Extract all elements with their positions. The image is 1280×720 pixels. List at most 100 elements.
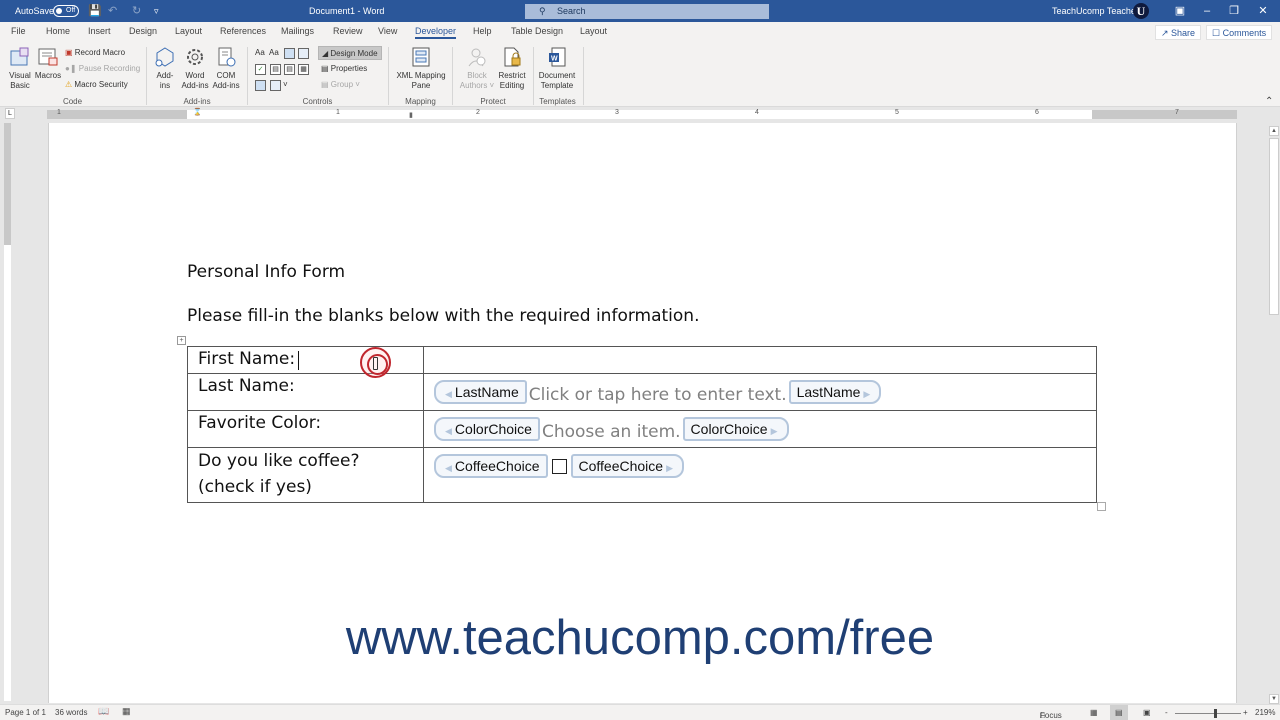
accessibility-icon[interactable]: ▦ xyxy=(122,706,131,717)
xml-mapping-pane-button[interactable]: XML Mapping Pane xyxy=(393,46,449,91)
restrict-editing-button[interactable]: Restrict Editing xyxy=(496,46,528,91)
indent-marker-icon[interactable]: ⌛ xyxy=(193,108,202,116)
tag-label: LastName xyxy=(454,384,519,400)
content-control-end-tag[interactable]: LastName ▶ xyxy=(788,380,882,404)
autosave-toggle[interactable]: Off xyxy=(53,5,79,17)
block-authors-label-1: Block xyxy=(467,71,487,80)
block-authors-label-2: Authors xyxy=(459,81,488,90)
properties-button[interactable]: ▤ Properties xyxy=(321,62,367,76)
content-control-end-tag[interactable]: CoffeeChoice ▶ xyxy=(570,454,684,478)
share-label: Share xyxy=(1171,28,1196,38)
drop-down-list-control-icon[interactable]: ▤ xyxy=(284,64,295,75)
ruler-number: 5 xyxy=(895,109,899,116)
coffee-checkbox[interactable] xyxy=(551,458,567,474)
record-macro-button[interactable]: ▣ Record Macro xyxy=(65,46,125,60)
tab-layout[interactable]: Layout xyxy=(175,26,202,36)
tab-home[interactable]: Home xyxy=(46,26,70,36)
content-control-start-tag[interactable]: ◀ CoffeeChoice xyxy=(434,454,548,478)
macros-button[interactable]: Macros xyxy=(34,46,62,81)
read-mode-icon[interactable]: ▦ xyxy=(1090,708,1098,717)
macro-security-button[interactable]: ⚠ Macro Security xyxy=(65,78,128,92)
design-mode-button[interactable]: ◢ Design Mode xyxy=(318,46,382,60)
customize-qat-icon[interactable]: ▿ xyxy=(154,0,159,22)
legacy-tools-icon[interactable] xyxy=(270,80,281,91)
zoom-slider-knob[interactable] xyxy=(1214,709,1217,718)
addins-icon xyxy=(155,47,174,67)
combo-box-control-icon[interactable]: ▤ xyxy=(270,64,281,75)
date-picker-control-icon[interactable]: ▦ xyxy=(298,64,309,75)
picture-content-control-icon[interactable] xyxy=(284,48,295,59)
content-control-end-tag[interactable]: ColorChoice ▶ xyxy=(682,417,789,441)
tab-view[interactable]: View xyxy=(378,26,397,36)
tab-references[interactable]: References xyxy=(220,26,266,36)
zoom-out-button[interactable]: - xyxy=(1165,708,1168,717)
mapping-group-label: Mapping xyxy=(405,97,436,106)
tab-table-design[interactable]: Table Design xyxy=(511,26,563,36)
search-box[interactable]: ⚲ Search xyxy=(525,4,769,19)
ribbon-display-options-icon[interactable]: ▣ xyxy=(1165,0,1195,22)
web-layout-icon[interactable]: ▣ xyxy=(1143,708,1151,717)
checkbox-content-control-icon[interactable]: ✓ xyxy=(255,64,266,75)
undo-icon[interactable]: ↶ xyxy=(108,0,117,22)
tab-selector[interactable]: L xyxy=(5,108,15,119)
avatar[interactable]: U xyxy=(1133,3,1149,19)
column-marker-icon[interactable]: ▮ xyxy=(409,111,413,119)
zoom-slider[interactable] xyxy=(1175,709,1241,718)
building-block-control-icon[interactable] xyxy=(298,48,309,59)
content-control-start-tag[interactable]: ◀ ColorChoice xyxy=(434,417,540,441)
user-name[interactable]: TeachUcomp Teacher xyxy=(1052,0,1139,22)
rich-text-content-control-button[interactable]: Aa xyxy=(255,46,265,60)
tab-help[interactable]: Help xyxy=(473,26,492,36)
restore-icon[interactable]: ❐ xyxy=(1219,0,1249,22)
coffee-choice-checkbox-control[interactable]: ◀ CoffeeChoice CoffeeChoice ▶ xyxy=(434,454,684,478)
content-control-start-tag[interactable]: ◀ LastName xyxy=(434,380,527,404)
page-count[interactable]: Page 1 of 1 xyxy=(5,708,46,717)
ruler-number: 2 xyxy=(476,109,480,116)
close-icon[interactable]: ✕ xyxy=(1248,0,1278,22)
tab-file[interactable]: File xyxy=(11,26,26,36)
comments-button[interactable]: ☐ Comments xyxy=(1206,25,1273,40)
vertical-scrollbar[interactable]: ▲ ▼ xyxy=(1268,126,1280,706)
tab-design[interactable]: Design xyxy=(129,26,157,36)
word-addins-button[interactable]: Word Add-ins xyxy=(180,46,210,91)
last-name-placeholder[interactable]: Click or tap here to enter text. xyxy=(529,385,787,405)
share-button[interactable]: ↗ Share xyxy=(1155,25,1202,40)
legacy-tools-dropdown-icon[interactable]: ˅ xyxy=(283,78,288,92)
save-icon[interactable]: 💾 xyxy=(88,0,102,22)
visual-basic-button[interactable]: Visual Basic xyxy=(6,46,34,91)
com-addins-label-2: Add-ins xyxy=(212,81,240,90)
collapse-ribbon-icon[interactable]: ⌃ xyxy=(1265,96,1273,107)
zoom-level[interactable]: 219% xyxy=(1255,708,1275,717)
proofing-icon[interactable]: 📖 xyxy=(98,706,109,717)
tab-developer[interactable]: Developer xyxy=(415,26,457,39)
tab-insert[interactable]: Insert xyxy=(88,26,111,36)
color-choice-dropdown[interactable]: ◀ ColorChoice Choose an item. ColorChoice… xyxy=(434,417,789,442)
table-move-handle[interactable]: + xyxy=(177,336,186,345)
print-layout-icon[interactable]: ▤ xyxy=(1110,705,1128,720)
ribbon: Visual Basic Macros ▣ Record Macro ●❚ Pa… xyxy=(0,43,1280,107)
plain-text-content-control-button[interactable]: Aa xyxy=(269,46,279,60)
scrollbar-thumb[interactable] xyxy=(1269,138,1279,315)
document-template-button[interactable]: W Document Template xyxy=(536,46,578,91)
horizontal-ruler[interactable]: 1 1 2 3 4 5 6 7 ⌛ ▮ xyxy=(47,108,1237,119)
top-margin-area xyxy=(4,123,11,245)
repeating-section-control-icon[interactable] xyxy=(255,80,266,91)
table-resize-handle[interactable] xyxy=(1097,502,1106,511)
share-icon: ↗ xyxy=(1161,28,1172,38)
com-addins-button[interactable]: COM Add-ins xyxy=(211,46,241,91)
addins-button[interactable]: Add- ins xyxy=(152,46,178,91)
minimize-icon[interactable]: – xyxy=(1192,0,1222,22)
favorite-color-label: Favorite Color: xyxy=(187,410,424,448)
tab-mailings[interactable]: Mailings xyxy=(281,26,314,36)
comments-label: Comments xyxy=(1222,28,1267,38)
zoom-in-button[interactable]: + xyxy=(1243,708,1248,717)
last-name-content-control[interactable]: ◀ LastName Click or tap here to enter tex… xyxy=(434,380,882,405)
scroll-down-icon[interactable]: ▼ xyxy=(1269,694,1279,704)
word-count[interactable]: 36 words xyxy=(55,708,87,717)
tab-review[interactable]: Review xyxy=(333,26,363,36)
redo-icon[interactable]: ↻ xyxy=(132,0,141,22)
tab-table-layout[interactable]: Layout xyxy=(580,26,607,36)
first-name-cell[interactable] xyxy=(423,346,1097,374)
scroll-up-icon[interactable]: ▲ xyxy=(1269,126,1279,136)
color-choice-placeholder[interactable]: Choose an item. xyxy=(542,422,681,442)
